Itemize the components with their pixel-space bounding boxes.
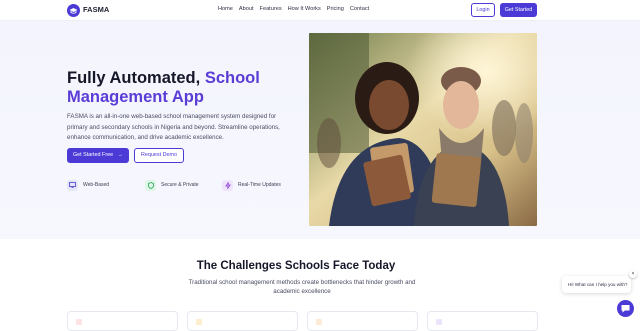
- brand-name[interactable]: FASMA: [83, 5, 109, 14]
- nav-link-features[interactable]: Features: [260, 6, 282, 12]
- chat-greeting-bubble[interactable]: Hi! What can I help you with?: [562, 276, 631, 293]
- nav-link-contact[interactable]: Contact: [350, 6, 369, 12]
- login-button[interactable]: Login: [471, 3, 495, 17]
- students-photo: [309, 33, 537, 226]
- request-demo-button[interactable]: Request Demo: [134, 148, 184, 163]
- top-navbar: FASMA Home About Features How It Works P…: [0, 0, 640, 21]
- feature-label: Secure & Private: [161, 182, 199, 188]
- challenge-card: [427, 311, 538, 331]
- shield-icon: [145, 179, 156, 191]
- challenge-icon: [436, 319, 442, 325]
- get-started-free-label: Get Started Free: [72, 152, 114, 158]
- challenges-subtitle: Traditional school management methods cr…: [188, 279, 416, 295]
- challenge-icon: [196, 319, 202, 325]
- feature-label: Web-Based: [83, 182, 110, 188]
- challenge-card: [307, 311, 418, 331]
- arrow-right-icon: →: [117, 152, 124, 158]
- hero-title-accent2: Management App: [67, 88, 204, 106]
- feature-realtime: Real-Time Updates: [222, 179, 281, 191]
- get-started-free-button[interactable]: Get Started Free →: [67, 148, 129, 163]
- feature-secure: Secure & Private: [145, 179, 199, 191]
- challenge-icon: [316, 319, 322, 325]
- hero-title-part1: Fully Automated,: [67, 69, 205, 87]
- get-started-button[interactable]: Get Started: [500, 3, 537, 17]
- nav-link-how-it-works[interactable]: How It Works: [288, 6, 321, 12]
- fasma-logo-icon[interactable]: [67, 4, 80, 17]
- challenge-card: [187, 311, 298, 331]
- feature-label: Real-Time Updates: [238, 182, 281, 188]
- lightning-icon: [222, 179, 233, 191]
- feature-web-based: Web-Based: [67, 179, 109, 191]
- nav-link-pricing[interactable]: Pricing: [327, 6, 344, 12]
- nav-link-home[interactable]: Home: [218, 6, 233, 12]
- hero-description: FASMA is an all-in-one web-based school …: [67, 113, 280, 141]
- main-menu: Home About Features How It Works Pricing…: [218, 6, 369, 12]
- monitor-icon: [67, 179, 78, 191]
- chat-launcher-button[interactable]: [617, 300, 634, 317]
- hero-title-accent1: School: [204, 69, 260, 87]
- chat-icon: [621, 305, 630, 313]
- challenge-card: [67, 311, 178, 331]
- challenge-icon: [76, 319, 82, 325]
- hero-title: Fully Automated, School Management App: [67, 69, 297, 107]
- challenges-title: The Challenges Schools Face Today: [196, 260, 396, 272]
- nav-link-about[interactable]: About: [239, 6, 254, 12]
- chat-close-icon[interactable]: ×: [629, 270, 637, 278]
